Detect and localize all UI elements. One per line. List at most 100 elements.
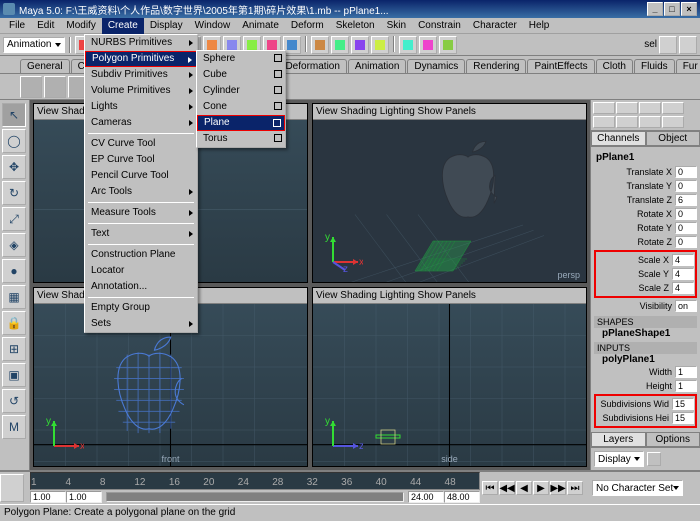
rewind-button[interactable]: ⏮ xyxy=(482,481,498,495)
option-box-icon[interactable] xyxy=(274,70,282,78)
lasso-tool[interactable]: ◯ xyxy=(2,129,26,153)
menu-item-locator[interactable]: Locator xyxy=(85,263,197,279)
menu-constrain[interactable]: Constrain xyxy=(412,18,467,34)
shelf-tool-icon[interactable] xyxy=(44,76,66,98)
shelf-tab[interactable]: Cloth xyxy=(596,59,633,73)
channel-box-toggle[interactable] xyxy=(662,102,684,114)
range-end2[interactable]: 48.00 xyxy=(444,491,480,503)
attr-value[interactable]: on xyxy=(675,300,697,312)
option-box-icon[interactable] xyxy=(274,86,282,94)
pointer-tool[interactable]: ↖ xyxy=(2,103,26,127)
maya-tool[interactable]: M xyxy=(2,415,26,439)
viewport-menu[interactable]: View Shading Lighting Show Panels xyxy=(313,104,586,120)
shelf-tab[interactable]: Deformation xyxy=(278,59,346,73)
menu-item-volume-primitives[interactable]: Volume Primitives xyxy=(85,83,197,99)
menu-help[interactable]: Help xyxy=(523,18,556,34)
menu-character[interactable]: Character xyxy=(467,18,523,34)
menu-item-annotation-[interactable]: Annotation... xyxy=(85,279,197,295)
step-back-button[interactable]: ◀◀ xyxy=(499,481,515,495)
menu-item-lights[interactable]: Lights xyxy=(85,99,197,115)
display-dropdown[interactable]: Display xyxy=(594,451,644,467)
option-box-icon[interactable] xyxy=(274,54,282,62)
menu-skin[interactable]: Skin xyxy=(381,18,412,34)
menu-item-cv-curve-tool[interactable]: CV Curve Tool xyxy=(85,136,197,152)
attr-value[interactable]: 0 xyxy=(675,180,697,192)
prev-frame-button[interactable]: ◀ xyxy=(516,481,532,495)
submenu-item-cone[interactable]: Cone xyxy=(197,99,285,115)
lock-tool[interactable]: 🔒 xyxy=(2,311,26,335)
viewport-side[interactable]: View Shading Lighting Show Panels xyxy=(312,287,587,467)
attr-value[interactable]: 1 xyxy=(675,380,697,392)
attr-value[interactable]: 0 xyxy=(675,236,697,248)
submenu-item-cylinder[interactable]: Cylinder xyxy=(197,83,285,99)
shelf-right-icon[interactable] xyxy=(679,36,697,54)
attr-value[interactable]: 4 xyxy=(672,282,694,294)
attr-value[interactable]: 4 xyxy=(672,268,694,280)
attr-value[interactable]: 0 xyxy=(675,222,697,234)
menu-item-polygon-primitives[interactable]: Polygon Primitives xyxy=(85,51,197,67)
channel-box-toggle[interactable] xyxy=(639,116,661,128)
submenu-item-plane[interactable]: Plane xyxy=(197,115,285,131)
status-icon[interactable] xyxy=(331,36,349,54)
shelf-tab[interactable]: Dynamics xyxy=(407,59,465,73)
option-box-icon[interactable] xyxy=(274,102,282,110)
channel-object-name[interactable]: pPlane1 xyxy=(594,150,697,165)
close-button[interactable]: × xyxy=(681,2,697,16)
menu-edit[interactable]: Edit xyxy=(31,18,60,34)
next-frame-button[interactable]: ▶ xyxy=(533,481,549,495)
menu-item-text[interactable]: Text xyxy=(85,226,197,242)
input-node[interactable]: polyPlane1 xyxy=(594,354,697,365)
status-icon[interactable] xyxy=(371,36,389,54)
option-box-icon[interactable] xyxy=(273,119,281,127)
menu-animate[interactable]: Animate xyxy=(236,18,285,34)
tab-object[interactable]: Object xyxy=(646,131,700,146)
range-slider[interactable]: 1.00 1.00 24.00 48.00 xyxy=(30,490,480,504)
channel-box-toggle[interactable] xyxy=(639,102,661,114)
render-tool[interactable]: ▣ xyxy=(2,363,26,387)
range-end1[interactable]: 24.00 xyxy=(408,491,444,503)
forward-end-button[interactable]: ⏭ xyxy=(567,481,583,495)
attr-value[interactable]: 15 xyxy=(672,398,694,410)
shelf-tab[interactable]: PaintEffects xyxy=(527,59,594,73)
shape-node[interactable]: pPlaneShape1 xyxy=(594,328,697,339)
attr-value[interactable]: 15 xyxy=(672,412,694,424)
channel-box-toggle[interactable] xyxy=(593,116,615,128)
character-set-dropdown[interactable]: No Character Set xyxy=(592,480,683,496)
shelf-tab[interactable]: Rendering xyxy=(466,59,526,73)
rotate-tool[interactable]: ↻ xyxy=(2,181,26,205)
channel-box-toggle[interactable] xyxy=(616,102,638,114)
menu-item-pencil-curve-tool[interactable]: Pencil Curve Tool xyxy=(85,168,197,184)
menu-item-ep-curve-tool[interactable]: EP Curve Tool xyxy=(85,152,197,168)
menu-create[interactable]: Create xyxy=(102,18,144,34)
range-start[interactable]: 1.00 xyxy=(30,491,66,503)
attr-value[interactable]: 0 xyxy=(675,208,697,220)
maximize-button[interactable]: □ xyxy=(664,2,680,16)
menu-item-sets[interactable]: Sets xyxy=(85,316,197,332)
tab-options[interactable]: Options xyxy=(646,432,700,447)
menu-item-measure-tools[interactable]: Measure Tools xyxy=(85,205,197,221)
status-icon[interactable] xyxy=(311,36,329,54)
attr-value[interactable]: 4 xyxy=(672,254,694,266)
viewport-persp[interactable]: View Shading Lighting Show Panels xyxy=(312,103,587,283)
mode-dropdown[interactable]: Animation xyxy=(3,37,65,53)
status-icon[interactable] xyxy=(351,36,369,54)
submenu-item-cube[interactable]: Cube xyxy=(197,67,285,83)
menu-item-empty-group[interactable]: Empty Group xyxy=(85,300,197,316)
menu-item-cameras[interactable]: Cameras xyxy=(85,115,197,131)
attr-value[interactable]: 1 xyxy=(675,366,697,378)
menu-modify[interactable]: Modify xyxy=(60,18,101,34)
status-icon[interactable] xyxy=(399,36,417,54)
channel-box-toggle[interactable] xyxy=(593,102,615,114)
menu-deform[interactable]: Deform xyxy=(285,18,330,34)
tab-layers[interactable]: Layers xyxy=(591,432,646,447)
tab-channels[interactable]: Channels xyxy=(591,131,646,146)
menu-item-arc-tools[interactable]: Arc Tools xyxy=(85,184,197,200)
minimize-button[interactable]: _ xyxy=(647,2,663,16)
shelf-right-icon[interactable] xyxy=(659,36,677,54)
shelf-tab[interactable]: General xyxy=(20,59,70,73)
status-icon[interactable] xyxy=(419,36,437,54)
option-box-icon[interactable] xyxy=(274,134,282,142)
channel-box-toggle[interactable] xyxy=(662,116,684,128)
viewport-menu[interactable]: View Shading Lighting Show Panels xyxy=(313,288,586,304)
channel-box-toggle[interactable] xyxy=(616,116,638,128)
